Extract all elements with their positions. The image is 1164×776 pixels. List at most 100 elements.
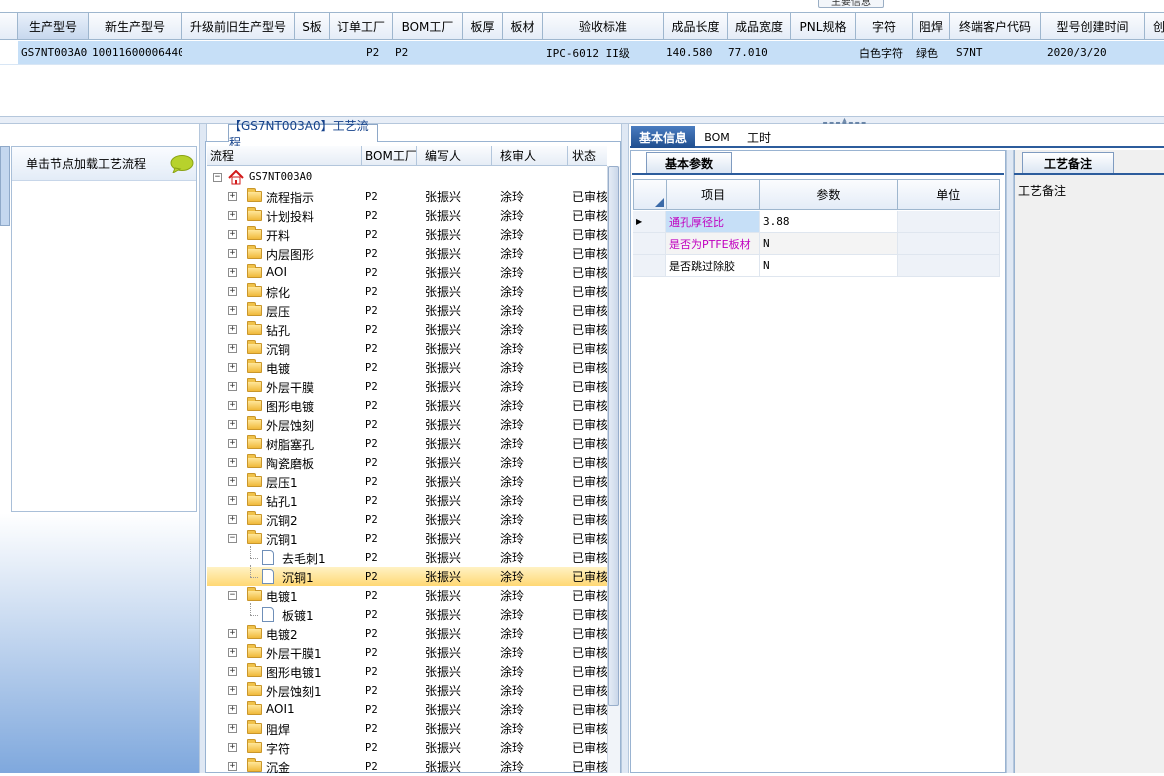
expand-icon[interactable]: + [228,325,237,334]
param-value[interactable]: N [760,255,898,276]
tree-node-cell[interactable]: + 外层干膜1 [207,643,362,662]
tree-node-cell[interactable]: 去毛刺1 [207,546,362,567]
tree-node-cell[interactable]: + 树脂塞孔 [207,434,362,453]
tree-node-cell[interactable]: − 沉铜1 [207,529,362,548]
expand-icon[interactable]: + [228,249,237,258]
tree-node[interactable]: + 电镀2 P2 张振兴 涂玲 已审核 [207,624,607,643]
tree-node-cell[interactable]: 沉铜1 [207,565,362,586]
collapse-icon[interactable]: − [213,173,222,182]
tree-node[interactable]: + 阻焊 P2 张振兴 涂玲 已审核 [207,719,607,738]
tree-node-cell[interactable]: + 外层干膜 [207,377,362,396]
tree-node[interactable]: + 外层干膜 P2 张振兴 涂玲 已审核 [207,377,607,396]
tree-node[interactable]: + 钻孔1 P2 张振兴 涂玲 已审核 [207,491,607,510]
expand-icon[interactable]: + [228,344,237,353]
tree-node-cell[interactable]: + 陶瓷磨板 [207,453,362,472]
tree-node-cell[interactable]: + 钻孔1 [207,491,362,510]
tab-basic-params[interactable]: 基本参数 [646,152,732,174]
tree-node-cell[interactable]: + 沉铜2 [207,510,362,529]
param-row[interactable]: ▶ 通孔厚径比 3.88 [633,211,1000,233]
tree-node-cell[interactable]: + 字符 [207,738,362,757]
tree-node-cell[interactable]: + 电镀 [207,358,362,377]
tree-root-node[interactable]: − GS7NT003A0 [207,168,607,187]
col-header[interactable]: BOM工厂 [393,13,463,39]
col-header-item[interactable]: 项目 [667,180,761,209]
tree-child-node[interactable]: 去毛刺1 P2 张振兴 涂玲 已审核 [207,546,607,567]
col-header[interactable]: S板 [295,13,330,39]
expand-icon[interactable]: + [228,363,237,372]
tree-node-cell[interactable]: + 内层图形 [207,244,362,263]
expand-icon[interactable]: + [228,382,237,391]
scrollbar-thumb[interactable] [608,166,619,706]
tree-node-cell[interactable]: + 流程指示 [207,187,362,206]
tree-node-cell[interactable]: + 外层蚀刻 [207,415,362,434]
tree-node[interactable]: + 沉金 P2 张振兴 涂玲 已审核 [207,757,607,776]
col-header-reviewer[interactable]: 核审人 [492,146,568,165]
col-header[interactable]: 成品宽度 [728,13,791,39]
tree-node-cell[interactable]: + 外层蚀刻1 [207,681,362,700]
tree-node-cell[interactable]: + 棕化 [207,282,362,301]
expand-icon[interactable]: + [228,743,237,752]
tree-node-cell[interactable]: + AOI [207,263,362,282]
col-header[interactable]: 新生产型号 [89,13,182,39]
tree-node-cell[interactable]: + 沉金 [207,757,362,776]
param-value[interactable]: 3.88 [760,211,898,232]
tree-node[interactable]: − 电镀1 P2 张振兴 涂玲 已审核 [207,586,607,605]
tree-node-cell[interactable]: + 图形电镀1 [207,662,362,681]
tree-node-cell[interactable]: + 阻焊 [207,719,362,738]
expand-icon[interactable]: + [228,230,237,239]
tree-node[interactable]: + 棕化 P2 张振兴 涂玲 已审核 [207,282,607,301]
expand-icon[interactable]: + [228,287,237,296]
tree-node-cell[interactable]: + 沉铜 [207,339,362,358]
tree-node[interactable]: + 钻孔 P2 张振兴 涂玲 已审核 [207,320,607,339]
tree-node[interactable]: + 图形电镀1 P2 张振兴 涂玲 已审核 [207,662,607,681]
expand-icon[interactable]: + [228,268,237,277]
horizontal-splitter[interactable]: ▴ ▪▪▪▪▪▪▪ ▴ [0,116,1164,132]
tree-node[interactable]: + 沉铜 P2 张振兴 涂玲 已审核 [207,339,607,358]
tree-node[interactable]: + 计划投料 P2 张振兴 涂玲 已审核 [207,206,607,225]
col-header[interactable]: 阻焊 [913,13,950,39]
col-header-status[interactable]: 状态 [568,146,607,165]
tree-node[interactable]: + 外层干膜1 P2 张振兴 涂玲 已审核 [207,643,607,662]
tree-node-cell[interactable]: + 电镀2 [207,624,362,643]
tree-node[interactable]: + 陶瓷磨板 P2 张振兴 涂玲 已审核 [207,453,607,472]
tree-node[interactable]: + AOI P2 张振兴 涂玲 已审核 [207,263,607,282]
col-header-bom-factory[interactable]: BOM工厂 [362,146,417,165]
expand-icon[interactable]: + [228,648,237,657]
collapse-icon[interactable]: − [228,534,237,543]
tree-node-cell[interactable]: − 电镀1 [207,586,362,605]
main-info-button[interactable]: 主要信息 [818,0,884,8]
tree-node-cell[interactable]: + AOI1 [207,700,362,719]
expand-icon[interactable]: + [228,192,237,201]
expand-icon[interactable]: + [228,458,237,467]
left-collapse-tab[interactable] [0,146,10,226]
tree-node[interactable]: + 电镀 P2 张振兴 涂玲 已审核 [207,358,607,377]
expand-icon[interactable]: + [228,401,237,410]
table-row[interactable]: GS7NT003A0 10011600006440 P2 P2 IPC-6012… [0,41,1164,65]
tree-node[interactable]: + 内层图形 P2 张振兴 涂玲 已审核 [207,244,607,263]
tree-node[interactable]: + 树脂塞孔 P2 张振兴 涂玲 已审核 [207,434,607,453]
tree-node[interactable]: + AOI1 P2 张振兴 涂玲 已审核 [207,700,607,719]
col-header[interactable]: PNL规格 [791,13,856,39]
expand-icon[interactable]: + [228,439,237,448]
tree-node[interactable]: + 层压 P2 张振兴 涂玲 已审核 [207,301,607,320]
tree-node[interactable]: + 开料 P2 张振兴 涂玲 已审核 [207,225,607,244]
tab-man-hours[interactable]: 工时 [739,126,779,148]
expand-icon[interactable]: + [228,306,237,315]
expand-icon[interactable]: + [228,420,237,429]
param-row[interactable]: 是否跳过除胶 N [633,255,1000,277]
tree-node-cell[interactable]: + 层压1 [207,472,362,491]
expand-icon[interactable]: + [228,515,237,524]
expand-icon[interactable]: + [228,629,237,638]
expand-icon[interactable]: + [228,211,237,220]
col-header-unit[interactable]: 单位 [898,180,999,209]
expand-icon[interactable]: + [228,477,237,486]
col-header[interactable]: 生产型号 [18,13,89,39]
param-row[interactable]: 是否为PTFE板材 N [633,233,1000,255]
tree-node[interactable]: + 图形电镀 P2 张振兴 涂玲 已审核 [207,396,607,415]
col-header-writer[interactable]: 编写人 [417,146,492,165]
tree-node[interactable]: + 外层蚀刻 P2 张振兴 涂玲 已审核 [207,415,607,434]
param-value[interactable]: N [760,233,898,254]
col-header-flow[interactable]: 流程 [207,146,362,165]
col-header[interactable]: 升级前旧生产型号 [182,13,295,39]
tree-node[interactable]: + 字符 P2 张振兴 涂玲 已审核 [207,738,607,757]
